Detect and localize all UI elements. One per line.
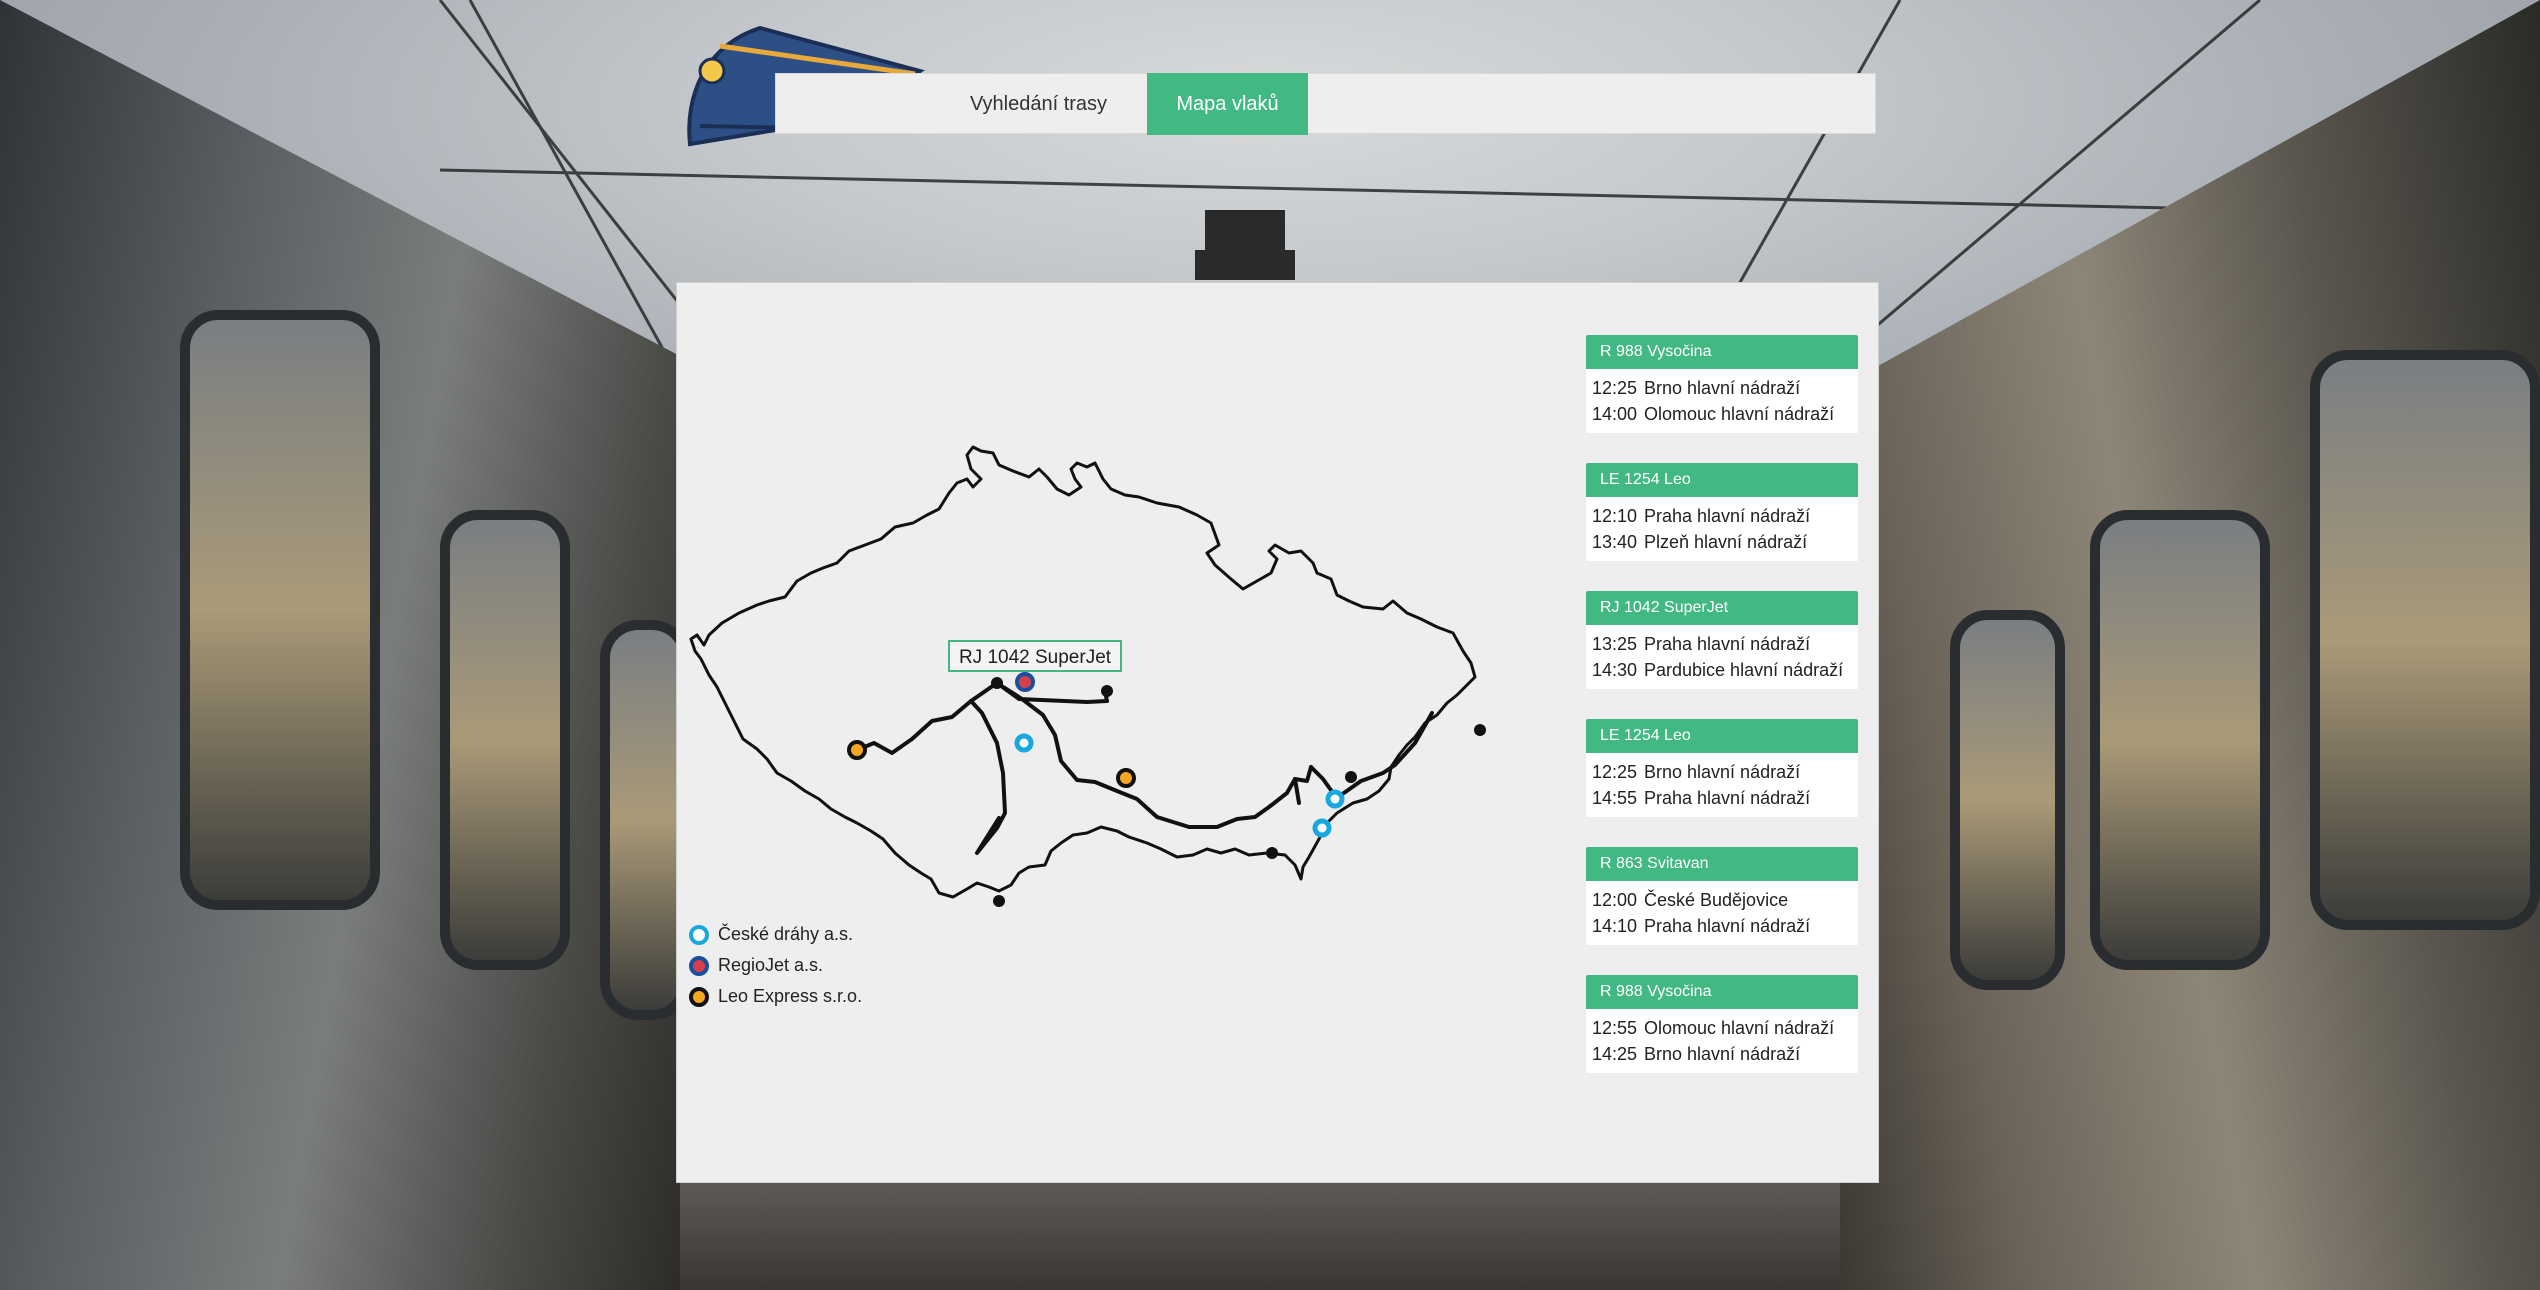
train-name: R 988 Vysočina bbox=[1586, 975, 1858, 1009]
train-card[interactable]: RJ 1042 SuperJet 13:25 Praha hlavní nádra… bbox=[1586, 591, 1858, 689]
right-train-window bbox=[2090, 510, 2270, 970]
right-train-window bbox=[1950, 610, 2065, 990]
left-train-window bbox=[440, 510, 570, 970]
train-stop: 12:10 Praha hlavní nádraží bbox=[1592, 506, 1811, 526]
station-dot bbox=[1266, 847, 1278, 859]
train-stop: 14:25 Brno hlavní nádraží bbox=[1592, 1044, 1801, 1064]
train-stop: 12:55 Olomouc hlavní nádraží bbox=[1592, 1018, 1835, 1038]
train-card[interactable]: LE 1254 Leo 12:25 Brno hlavní nádraží 14:… bbox=[1586, 719, 1858, 817]
legend: České dráhy a.s. RegioJet a.s. Leo Expre… bbox=[689, 919, 862, 1012]
train-name: RJ 1042 SuperJet bbox=[1586, 591, 1858, 625]
platform-ground bbox=[680, 1180, 1840, 1290]
train-card[interactable]: R 863 Svitavan 12:00 České Budějovice 14:… bbox=[1586, 847, 1858, 945]
train-stop: 14:00 Olomouc hlavní nádraží bbox=[1592, 404, 1835, 424]
regiojet-marker-icon bbox=[689, 955, 709, 976]
tooltip-text: RJ 1042 SuperJet bbox=[959, 647, 1112, 668]
leo-train-marker[interactable] bbox=[847, 740, 867, 760]
left-train-window bbox=[180, 310, 380, 910]
legend-item-cd: České dráhy a.s. bbox=[689, 919, 862, 950]
train-name: R 988 Vysočina bbox=[1586, 335, 1858, 369]
train-card[interactable]: LE 1254 Leo 12:10 Praha hlavní nádraží 13… bbox=[1586, 463, 1858, 561]
station-dot bbox=[993, 895, 1005, 907]
navbar: Vyhledání trasy Mapa vlaků bbox=[775, 73, 1876, 135]
nav-train-map[interactable]: Mapa vlaků bbox=[1147, 73, 1308, 135]
legend-item-regiojet: RegioJet a.s. bbox=[689, 950, 862, 981]
train-card[interactable]: R 988 Vysočina 12:25 Brno hlavní nádraží … bbox=[1586, 335, 1858, 433]
train-stop: 12:25 Brno hlavní nádraží bbox=[1592, 378, 1801, 398]
cd-train-marker[interactable] bbox=[1312, 818, 1332, 838]
nav-route-search[interactable]: Vyhledání trasy bbox=[961, 73, 1116, 135]
cd-train-marker[interactable] bbox=[1014, 733, 1034, 753]
train-stop: 14:30 Pardubice hlavní nádraží bbox=[1592, 660, 1844, 680]
cd-marker-icon bbox=[689, 924, 709, 945]
legend-label: RegioJet a.s. bbox=[718, 955, 824, 975]
cd-train-marker[interactable] bbox=[1325, 789, 1345, 809]
leo-marker-icon bbox=[689, 986, 709, 1007]
station-dot bbox=[1101, 685, 1113, 697]
train-card[interactable]: R 988 Vysočina 12:55 Olomouc hlavní nádra… bbox=[1586, 975, 1858, 1073]
station-dot bbox=[991, 677, 1003, 689]
train-tooltip: RJ 1042 SuperJet bbox=[948, 640, 1122, 672]
train-stop: 14:10 Praha hlavní nádraží bbox=[1592, 916, 1811, 936]
legend-label: Leo Express s.r.o. bbox=[718, 986, 863, 1006]
train-stop: 13:40 Plzeň hlavní nádraží bbox=[1592, 532, 1808, 552]
legend-label: České dráhy a.s. bbox=[718, 924, 854, 944]
train-name: LE 1254 Leo bbox=[1586, 463, 1858, 497]
station-dot bbox=[1345, 771, 1357, 783]
train-stop: 14:55 Praha hlavní nádraží bbox=[1592, 788, 1811, 808]
regiojet-train-marker[interactable] bbox=[1015, 672, 1035, 692]
train-stop: 12:00 České Budějovice bbox=[1592, 890, 1789, 910]
train-list: R 988 Vysočina 12:25 Brno hlavní nádraží … bbox=[1586, 335, 1858, 1103]
right-train-window bbox=[2310, 350, 2540, 930]
station-dot bbox=[1474, 724, 1486, 736]
train-name: R 863 Svitavan bbox=[1586, 847, 1858, 881]
train-name: LE 1254 Leo bbox=[1586, 719, 1858, 753]
leo-train-marker[interactable] bbox=[1116, 768, 1136, 788]
train-stop: 12:25 Brno hlavní nádraží bbox=[1592, 762, 1801, 782]
legend-item-leo: Leo Express s.r.o. bbox=[689, 981, 862, 1012]
map-panel: RJ 1042 SuperJet České dráhy a.s. RegioJ… bbox=[676, 282, 1879, 1183]
train-stop: 13:25 Praha hlavní nádraží bbox=[1592, 634, 1811, 654]
